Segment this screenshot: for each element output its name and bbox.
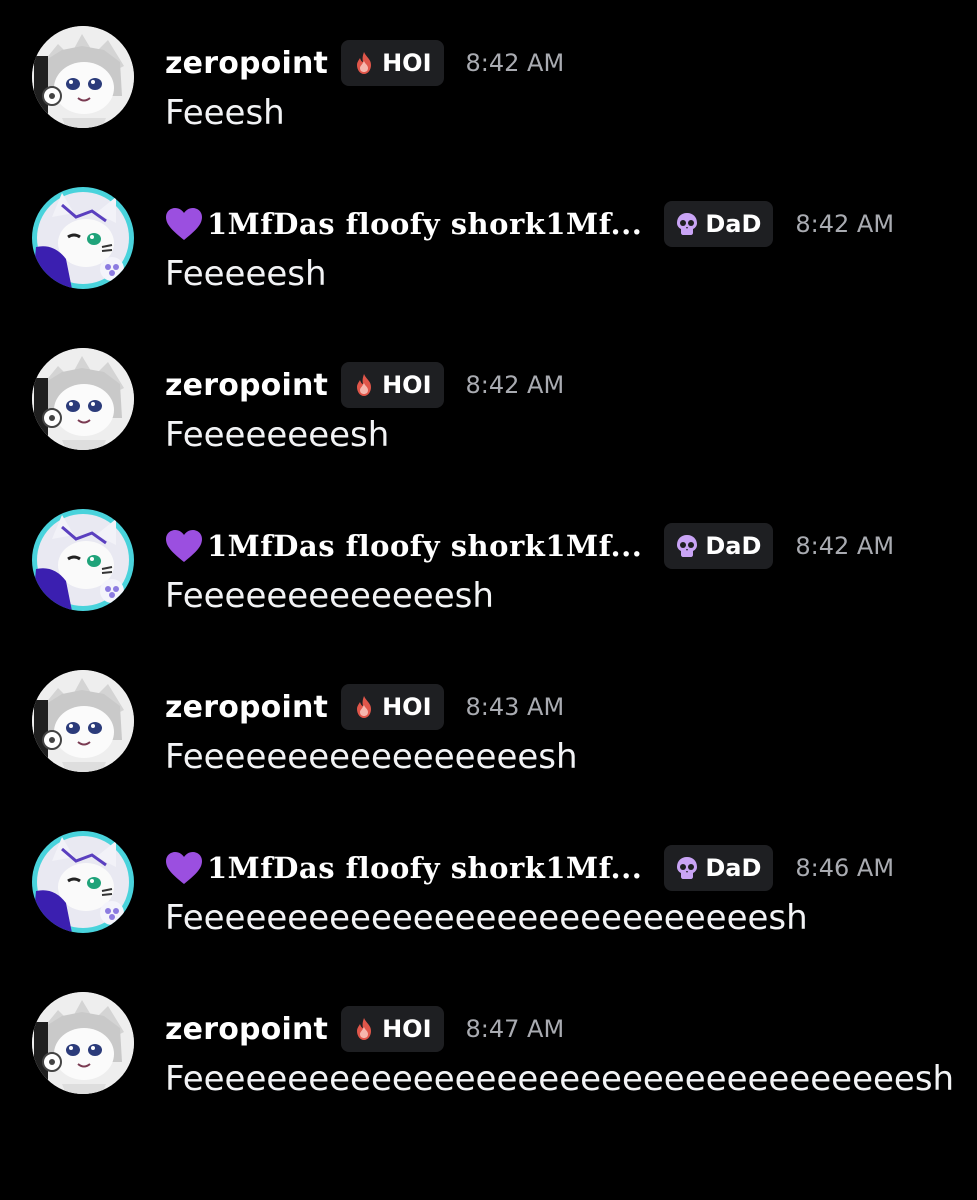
server-tag[interactable]: HOI [341,40,444,86]
message-text: Feeeeeeeesh [165,415,390,455]
username[interactable]: zeropoint [165,368,328,403]
message-header: zeropoint HOI 8:42 AM [165,40,564,86]
timestamp: 8:42 AM [795,210,895,238]
message-header: zeropoint HOI 8:47 AM [165,1006,564,1052]
timestamp: 8:46 AM [795,854,895,882]
server-tag-label: DaD [705,854,762,882]
username[interactable]: 1MfDas floofy shork1Mf... [207,851,642,885]
server-tag-label: HOI [382,693,432,721]
skull-icon [677,535,698,557]
timestamp: 8:42 AM [795,532,895,560]
message-header: zeropoint HOI 8:42 AM [165,362,564,408]
server-tag[interactable]: HOI [341,362,444,408]
message-text: Feeeeeeeeeeeeeeeeeeeeeeeeeeeeeeeeeeesh [165,1059,955,1099]
server-tag[interactable]: DaD [664,523,774,569]
timestamp: 8:43 AM [465,693,565,721]
message-text: Feeeeeeeeeeeeesh [165,576,494,616]
avatar-floofy-shork[interactable] [32,187,134,289]
server-tag-label: HOI [382,371,432,399]
fire-icon [357,1018,372,1040]
skull-icon [677,213,698,235]
server-tag[interactable]: DaD [664,201,774,247]
message-header: 1MfDas floofy shork1Mf... DaD 8:42 AM [165,201,894,247]
purple-heart-icon [166,852,202,884]
message-header: 1MfDas floofy shork1Mf... DaD 8:42 AM [165,523,894,569]
server-tag-label: DaD [705,210,762,238]
avatar-zeropoint[interactable] [32,348,134,450]
purple-heart-icon [166,208,202,240]
message-text: Feeeeeeeeeeeeeeeeeeeeeeeeeeeesh [165,898,808,938]
username[interactable]: zeropoint [165,690,328,725]
message-text: Feeeeesh [165,254,327,294]
timestamp: 8:47 AM [465,1015,565,1043]
username[interactable]: 1MfDas floofy shork1Mf... [207,529,642,563]
avatar-zeropoint[interactable] [32,26,134,128]
avatar-zeropoint[interactable] [32,992,134,1094]
avatar-zeropoint[interactable] [32,670,134,772]
avatar-floofy-shork[interactable] [32,831,134,933]
server-tag[interactable]: HOI [341,684,444,730]
chat-message-list: zeropoint HOI 8:42 AM Feeesh 1MfDas floo… [0,0,977,1200]
timestamp: 8:42 AM [465,371,565,399]
fire-icon [357,374,372,396]
username[interactable]: zeropoint [165,1012,328,1047]
server-tag-label: HOI [382,49,432,77]
message-text: Feeeeeeeeeeeeeeeeesh [165,737,578,777]
skull-icon [677,857,698,879]
server-tag[interactable]: DaD [664,845,774,891]
username[interactable]: zeropoint [165,46,328,81]
fire-icon [357,52,372,74]
fire-icon [357,696,372,718]
message-header: zeropoint HOI 8:43 AM [165,684,564,730]
server-tag-label: DaD [705,532,762,560]
server-tag[interactable]: HOI [341,1006,444,1052]
timestamp: 8:42 AM [465,49,565,77]
avatar-floofy-shork[interactable] [32,509,134,611]
username[interactable]: 1MfDas floofy shork1Mf... [207,207,642,241]
message-header: 1MfDas floofy shork1Mf... DaD 8:46 AM [165,845,894,891]
purple-heart-icon [166,530,202,562]
message-text: Feeesh [165,93,285,133]
server-tag-label: HOI [382,1015,432,1043]
